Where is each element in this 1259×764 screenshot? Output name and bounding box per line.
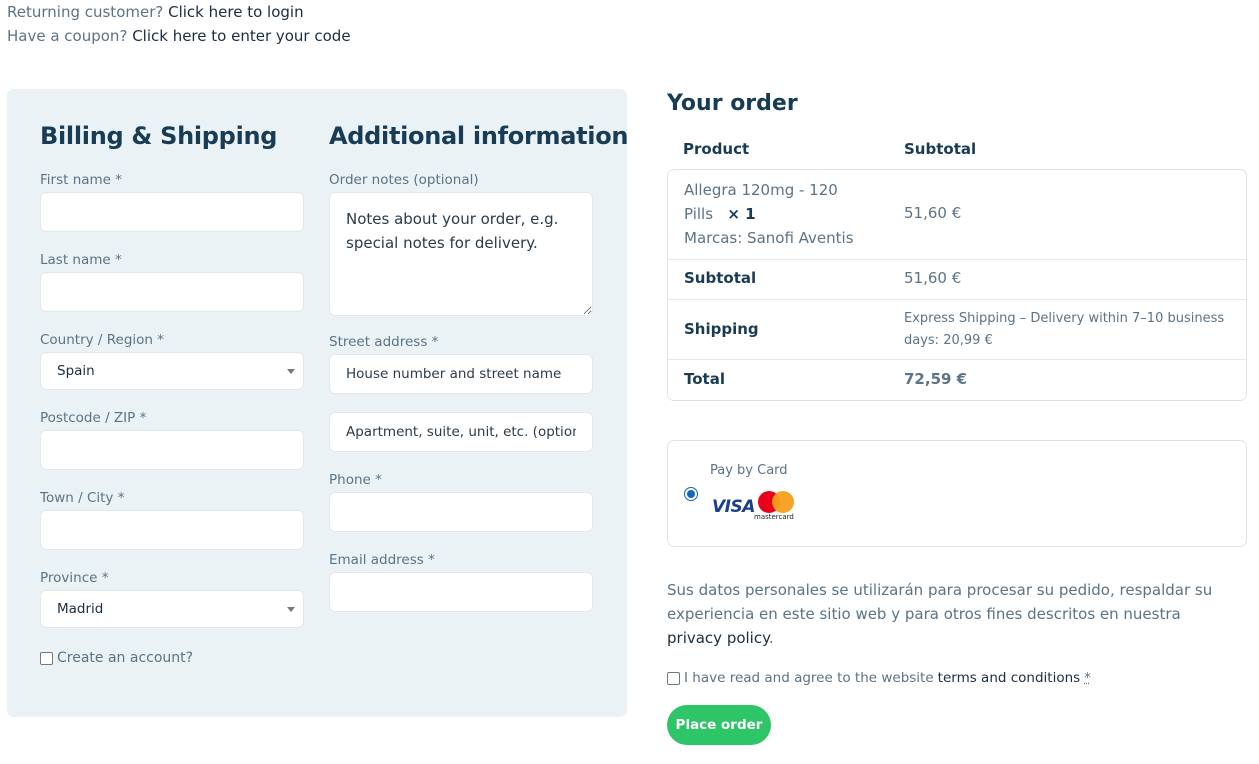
province-value: Madrid: [57, 601, 104, 617]
city-input[interactable]: [40, 510, 304, 550]
mastercard-text: mastercard: [754, 513, 794, 521]
item-name-line2-row: Pills × 1: [684, 202, 854, 226]
first-name-field: First name *: [40, 172, 304, 232]
order-table-header: Product Subtotal: [683, 140, 976, 158]
col-subtotal: Subtotal: [904, 140, 977, 158]
terms-row: I have read and agree to the website ter…: [667, 670, 1091, 686]
shipping-row: Shipping Express Shipping – Delivery wit…: [668, 300, 1246, 360]
login-link[interactable]: Click here to login: [168, 3, 303, 21]
apartment-input[interactable]: [329, 412, 593, 452]
order-title: Your order: [667, 91, 798, 116]
create-account-row: Create an account?: [40, 650, 193, 666]
first-name-input[interactable]: [40, 192, 304, 232]
last-name-field: Last name *: [40, 252, 304, 312]
order-notes-textarea[interactable]: [329, 192, 593, 316]
order-notes-label: Order notes (optional): [329, 172, 479, 188]
phone-label: Phone *: [329, 472, 382, 488]
privacy-notice: Sus datos personales se utilizarán para …: [667, 578, 1227, 650]
coupon-text: Have a coupon?: [7, 27, 128, 45]
returning-customer-text: Returning customer?: [7, 3, 164, 21]
item-price: 51,60 €: [904, 204, 962, 222]
card-logos: VISA mastercard: [712, 489, 802, 525]
coupon-link[interactable]: Click here to enter your code: [132, 27, 350, 45]
postcode-field: Postcode / ZIP *: [40, 410, 304, 470]
returning-customer-notice: Returning customer? Click here to login: [7, 3, 304, 21]
shipping-label: Shipping: [684, 320, 759, 338]
item-name: Allegra 120mg - 120 Pills × 1 Marcas: Sa…: [684, 178, 854, 250]
privacy-end: .: [768, 629, 774, 647]
pay-by-card-radio[interactable]: [684, 487, 698, 501]
apartment-field: [329, 412, 593, 452]
email-field: Email address *: [329, 552, 593, 612]
subtotal-label: Subtotal: [684, 269, 757, 287]
billing-title: Billing & Shipping: [40, 122, 278, 150]
payment-method-box: Pay by Card VISA mastercard: [667, 440, 1247, 547]
street-address-label: Street address *: [329, 334, 439, 350]
item-name-line2: Pills: [684, 205, 714, 223]
postcode-label: Postcode / ZIP *: [40, 410, 147, 426]
terms-text: I have read and agree to the website: [684, 670, 934, 686]
country-field: Country / Region * Spain: [40, 332, 304, 390]
terms-checkbox[interactable]: [667, 671, 680, 685]
privacy-policy-link[interactable]: privacy policy: [667, 629, 769, 647]
last-name-label: Last name *: [40, 252, 122, 268]
order-table: Allegra 120mg - 120 Pills × 1 Marcas: Sa…: [667, 169, 1247, 401]
checkout-form-panel: Billing & Shipping First name * Last nam…: [7, 89, 629, 717]
shipping-line1: Express Shipping – Delivery within 7–10 …: [904, 311, 1225, 326]
col-product: Product: [683, 140, 750, 158]
city-field: Town / City *: [40, 490, 304, 550]
email-input[interactable]: [329, 572, 593, 612]
visa-logo-icon: VISA: [712, 497, 755, 517]
place-order-button[interactable]: Place order: [667, 705, 771, 745]
last-name-input[interactable]: [40, 272, 304, 312]
chevron-down-icon: [287, 607, 295, 612]
street-address-input[interactable]: [329, 354, 593, 394]
phone-input[interactable]: [329, 492, 593, 532]
terms-link[interactable]: terms and conditions: [938, 670, 1081, 686]
postcode-input[interactable]: [40, 430, 304, 470]
city-label: Town / City *: [40, 490, 125, 506]
create-account-label: Create an account?: [57, 650, 194, 666]
coupon-notice: Have a coupon? Click here to enter your …: [7, 27, 351, 45]
total-row: Total 72,59 €: [668, 360, 1246, 400]
order-notes-field: Order notes (optional): [329, 172, 593, 320]
total-label: Total: [684, 370, 725, 388]
mastercard-logo-icon-right: [772, 491, 794, 513]
create-account-checkbox[interactable]: [40, 651, 53, 665]
subtotal-value: 51,60 €: [904, 269, 962, 287]
phone-field: Phone *: [329, 472, 593, 532]
first-name-label: First name *: [40, 172, 123, 188]
country-select[interactable]: Spain: [40, 352, 304, 390]
country-label: Country / Region *: [40, 332, 165, 348]
item-brand: Marcas: Sanofi Aventis: [684, 229, 854, 247]
order-item-row: Allegra 120mg - 120 Pills × 1 Marcas: Sa…: [668, 170, 1246, 260]
total-value: 72,59 €: [904, 370, 968, 388]
province-select[interactable]: Madrid: [40, 590, 304, 628]
pay-by-card-label: Pay by Card: [710, 463, 788, 478]
province-label: Province *: [40, 570, 109, 586]
shipping-method: Express Shipping – Delivery within 7–10 …: [904, 308, 1224, 352]
additional-info-title: Additional information: [329, 122, 629, 150]
item-qty: × 1: [727, 205, 756, 223]
billing-column: Billing & Shipping First name * Last nam…: [40, 122, 304, 666]
required-marker: *: [1084, 670, 1091, 686]
street-address-field: Street address *: [329, 334, 593, 394]
additional-info-column: Additional information Order notes (opti…: [329, 122, 629, 612]
subtotal-row: Subtotal 51,60 €: [668, 260, 1246, 300]
chevron-down-icon: [287, 369, 295, 374]
item-name-line1: Allegra 120mg - 120: [684, 181, 838, 199]
country-value: Spain: [57, 363, 95, 379]
order-summary: Your order Product Subtotal Allegra 120m…: [667, 91, 1247, 401]
shipping-line2: days: 20,99 €: [904, 333, 993, 348]
privacy-text: Sus datos personales se utilizarán para …: [667, 581, 1213, 623]
email-label: Email address *: [329, 552, 435, 568]
province-field: Province * Madrid: [40, 570, 304, 628]
